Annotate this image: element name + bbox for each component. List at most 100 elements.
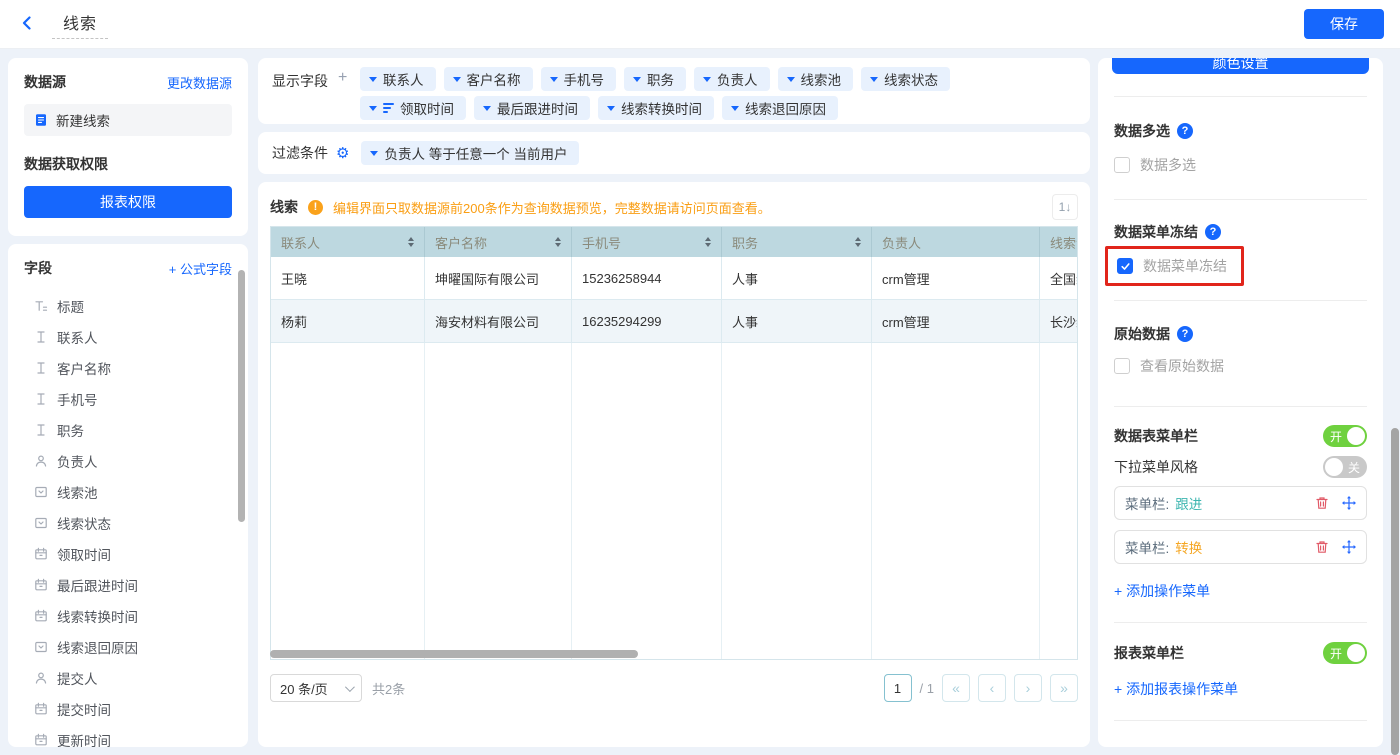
next-page-button[interactable]: › <box>1014 674 1042 702</box>
display-chip-row-1: 联系人 客户名称 手机号 职务 负责人 线索池 线索状态 <box>360 67 950 91</box>
chip-claim-time[interactable]: 领取时间 <box>360 96 466 120</box>
page-size-select[interactable]: 20 条/页 <box>270 674 362 702</box>
filter-condition-chip[interactable]: 负责人 等于任意一个 当前用户 <box>361 141 579 165</box>
warning-icon: ! <box>308 200 323 215</box>
field-item-convert-time[interactable]: 线索转换时间 <box>24 600 232 631</box>
table-menubar-toggle[interactable]: 开 <box>1323 425 1367 447</box>
chevron-down-icon <box>703 77 711 82</box>
menu-item-convert[interactable]: 菜单栏: 转换 <box>1114 530 1367 564</box>
chip-mobile[interactable]: 手机号 <box>541 67 617 91</box>
move-icon[interactable] <box>1341 540 1356 555</box>
sort-arrows-icon[interactable] <box>855 237 861 247</box>
last-page-button[interactable]: » <box>1050 674 1078 702</box>
change-datasource-link[interactable]: 更改数据源 <box>167 73 232 92</box>
field-label: 提交人 <box>57 668 98 688</box>
field-item-last-follow-time[interactable]: 最后跟进时间 <box>24 569 232 600</box>
checkbox-checked[interactable] <box>1117 258 1133 274</box>
field-item-owner[interactable]: 负责人 <box>24 445 232 476</box>
chip-label: 负责人 <box>717 69 758 89</box>
field-item-lead-pool[interactable]: 线索池 <box>24 476 232 507</box>
move-icon[interactable] <box>1341 496 1356 511</box>
divider <box>1114 96 1367 97</box>
field-label: 更新时间 <box>57 730 111 748</box>
sort-arrows-icon[interactable] <box>555 237 561 247</box>
permission-title: 数据获取权限 <box>24 154 232 174</box>
add-formula-field-link[interactable]: + 公式字段 <box>169 259 232 278</box>
field-label: 提交时间 <box>57 699 111 719</box>
column-header-mobile[interactable]: 手机号 <box>572 227 722 257</box>
page-vertical-scrollbar[interactable] <box>1391 428 1399 755</box>
datasource-item[interactable]: 新建线索 <box>24 104 232 136</box>
column-header-lead-pool[interactable]: 线索池 <box>1040 227 1077 257</box>
back-button[interactable] <box>16 13 38 35</box>
column-header-customer-name[interactable]: 客户名称 <box>425 227 572 257</box>
help-icon[interactable]: ? <box>1205 224 1221 240</box>
save-button[interactable]: 保存 <box>1304 9 1384 39</box>
color-settings-button[interactable]: 颜色设置 <box>1112 58 1369 74</box>
column-header-position[interactable]: 职务 <box>722 227 872 257</box>
chip-label: 手机号 <box>564 69 605 89</box>
cell: 全国线索 <box>1040 257 1077 300</box>
field-item-claim-time[interactable]: 领取时间 <box>24 538 232 569</box>
first-page-button[interactable]: « <box>942 674 970 702</box>
chip-convert-time[interactable]: 线索转换时间 <box>598 96 714 120</box>
field-item-submitter[interactable]: 提交人 <box>24 662 232 693</box>
report-permission-button[interactable]: 报表权限 <box>24 186 232 218</box>
annotation-highlight-box: 数据菜单冻结 <box>1105 246 1244 286</box>
sort-arrows-icon[interactable] <box>408 237 414 247</box>
chip-last-follow-time[interactable]: 最后跟进时间 <box>474 96 590 120</box>
menu-freeze-checkbox-row[interactable]: 数据菜单冻结 <box>1117 256 1227 276</box>
dropdown-style-toggle[interactable]: 关 <box>1323 456 1367 478</box>
delete-icon[interactable] <box>1314 540 1329 555</box>
numeric-sort-icon[interactable]: 1↓ <box>1052 194 1078 220</box>
menu-item-follow[interactable]: 菜单栏: 跟进 <box>1114 486 1367 520</box>
table-row[interactable]: 杨莉 海安材料有限公司 16235294299 人事 crm管理 长沙线索 <box>271 300 1077 343</box>
chip-return-reason[interactable]: 线索退回原因 <box>722 96 838 120</box>
cell: 16235294299 <box>572 300 722 343</box>
field-item-lead-status[interactable]: 线索状态 <box>24 507 232 538</box>
add-display-field-button[interactable]: + <box>338 71 347 85</box>
column-header-contact[interactable]: 联系人 <box>271 227 425 257</box>
raw-data-checkbox-row[interactable]: 查看原始数据 <box>1114 356 1367 376</box>
display-chip-row-2: 领取时间 最后跟进时间 线索转换时间 线索退回原因 <box>360 96 950 120</box>
page-title[interactable]: 线索 <box>63 10 97 34</box>
fields-scrollbar[interactable] <box>238 270 245 522</box>
chip-customer-name[interactable]: 客户名称 <box>444 67 533 91</box>
back-chevron-icon <box>20 16 34 33</box>
menu-freeze-section-title: 数据菜单冻结 ? <box>1114 222 1367 242</box>
checkbox-unchecked[interactable] <box>1114 157 1130 173</box>
field-item-contact[interactable]: 联系人 <box>24 321 232 352</box>
field-item-mobile[interactable]: 手机号 <box>24 383 232 414</box>
filter-settings-gear-icon[interactable]: ⚙ <box>336 146 349 161</box>
delete-icon[interactable] <box>1314 496 1329 511</box>
chip-lead-pool[interactable]: 线索池 <box>778 67 854 91</box>
field-item-submit-time[interactable]: 提交时间 <box>24 693 232 724</box>
report-menubar-toggle[interactable]: 开 <box>1323 642 1367 664</box>
field-item-return-reason[interactable]: 线索退回原因 <box>24 631 232 662</box>
field-item-update-time[interactable]: 更新时间 <box>24 724 232 747</box>
column-header-owner[interactable]: 负责人 <box>872 227 1040 257</box>
table-row[interactable]: 王晓 坤曜国际有限公司 15236258944 人事 crm管理 全国线索 <box>271 257 1077 300</box>
field-label: 线索池 <box>57 482 98 502</box>
field-item-title[interactable]: 标题 <box>24 290 232 321</box>
prev-page-button[interactable]: ‹ <box>978 674 1006 702</box>
toggle-on-label: 开 <box>1330 645 1342 662</box>
total-count: 共2条 <box>372 679 405 698</box>
add-report-action-menu-link[interactable]: + 添加报表操作菜单 <box>1114 679 1238 699</box>
chip-lead-status[interactable]: 线索状态 <box>861 67 950 91</box>
multi-select-checkbox-row[interactable]: 数据多选 <box>1114 155 1367 175</box>
sort-arrows-icon[interactable] <box>705 237 711 247</box>
add-action-menu-link[interactable]: + 添加操作菜单 <box>1114 581 1210 601</box>
field-item-customer-name[interactable]: 客户名称 <box>24 352 232 383</box>
display-fields-label: 显示字段 <box>272 71 328 91</box>
page-of-total: / 1 <box>920 681 934 696</box>
chip-contact[interactable]: 联系人 <box>360 67 436 91</box>
current-page-input[interactable]: 1 <box>884 674 912 702</box>
help-icon[interactable]: ? <box>1177 123 1193 139</box>
field-item-position[interactable]: 职务 <box>24 414 232 445</box>
checkbox-unchecked[interactable] <box>1114 358 1130 374</box>
chip-position[interactable]: 职务 <box>624 67 686 91</box>
chip-owner[interactable]: 负责人 <box>694 67 770 91</box>
help-icon[interactable]: ? <box>1177 326 1193 342</box>
table-horizontal-scrollbar[interactable] <box>270 650 638 658</box>
